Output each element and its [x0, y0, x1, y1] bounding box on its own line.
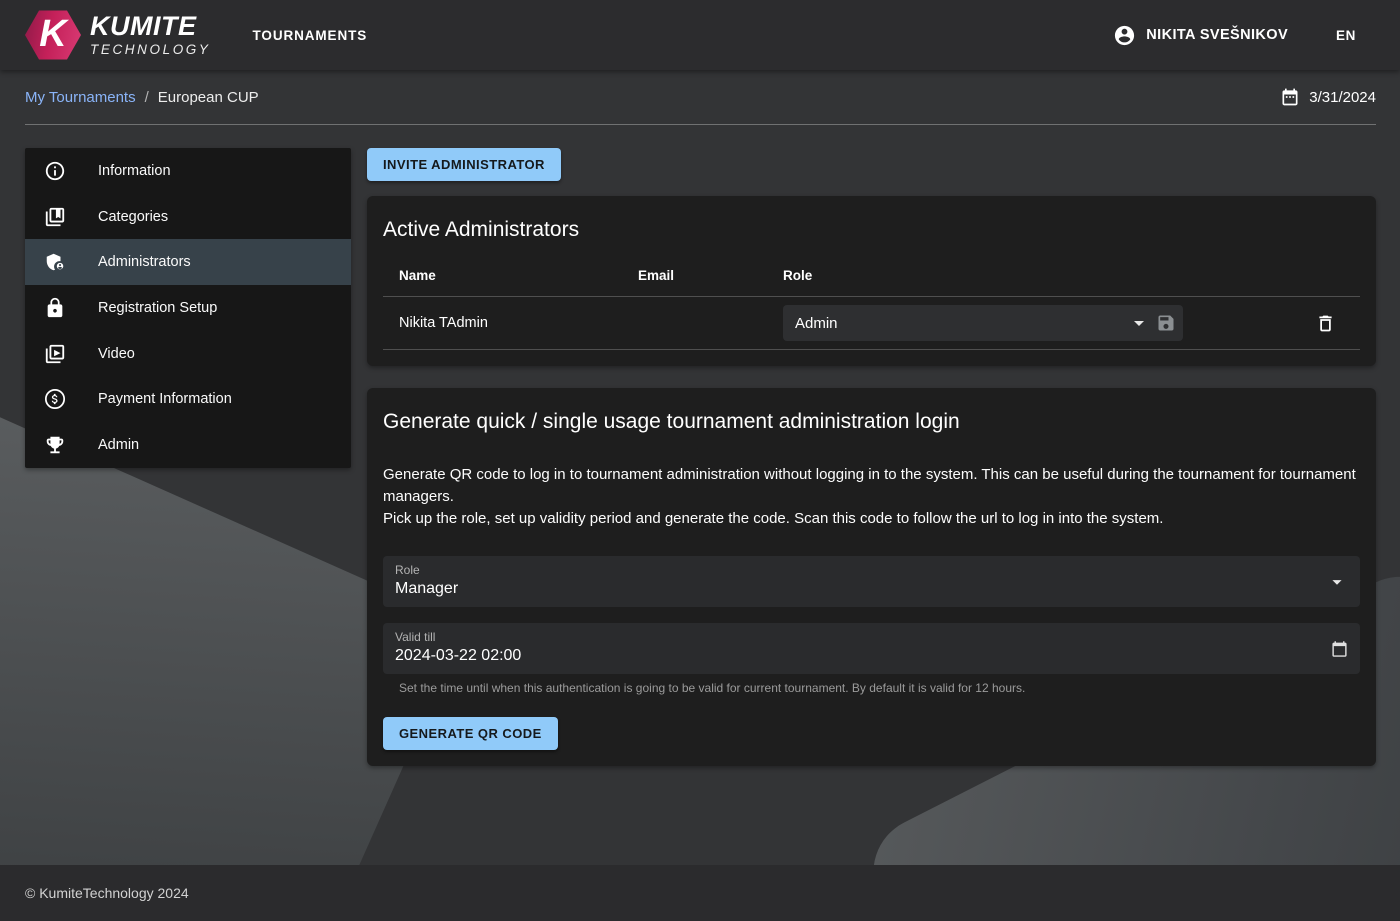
generate-login-title: Generate quick / single usage tournament…: [383, 410, 1360, 434]
save-icon: [1156, 313, 1176, 333]
sidebar-item-administrators[interactable]: Administrators: [25, 239, 351, 285]
nav-tournaments[interactable]: TOURNAMENTS: [253, 28, 368, 43]
role-field-label: Role: [395, 563, 1316, 577]
sidebar-item-label: Registration Setup: [98, 300, 217, 316]
sidebar-item-label: Information: [98, 163, 171, 179]
valid-till-field-value: 2024-03-22 02:00: [395, 647, 1316, 665]
datepicker-calendar-icon[interactable]: [1331, 640, 1348, 657]
logo-hexagon-icon: K: [25, 9, 81, 61]
sidebar-item-video[interactable]: Video: [25, 331, 351, 377]
column-header-role: Role: [783, 268, 1290, 283]
calendar-icon: [1280, 87, 1300, 107]
language-switcher[interactable]: EN: [1336, 28, 1356, 43]
info-icon: [43, 159, 67, 183]
logo-title: KUMITE: [90, 13, 211, 40]
active-administrators-title: Active Administrators: [383, 218, 1360, 242]
main-panel: INVITE ADMINISTRATOR Active Administrato…: [367, 148, 1376, 766]
admin-role-value: Admin: [795, 315, 1127, 332]
sidebar-item-admin[interactable]: Admin: [25, 422, 351, 468]
user-menu[interactable]: NIKITA SVEŠNIKOV: [1113, 24, 1288, 47]
valid-till-field[interactable]: Valid till 2024-03-22 02:00: [383, 623, 1360, 674]
table-header-row: Name Email Role: [383, 268, 1360, 297]
invite-administrator-button[interactable]: INVITE ADMINISTRATOR: [367, 148, 561, 181]
valid-till-field-label: Valid till: [395, 630, 1316, 644]
copyright-text: © KumiteTechnology 2024: [25, 885, 189, 901]
kumite-logo[interactable]: K KUMITE TECHNOLOGY: [25, 9, 211, 61]
chevron-down-icon: [1127, 311, 1151, 335]
sidebar-item-label: Admin: [98, 437, 139, 453]
role-field-value: Manager: [395, 580, 1316, 598]
sidebar-item-categories[interactable]: Categories: [25, 194, 351, 240]
administrators-table: Name Email Role Nikita TAdmin Admin: [383, 268, 1360, 350]
sidebar-item-label: Categories: [98, 209, 168, 225]
save-role-button[interactable]: [1151, 308, 1181, 338]
categories-icon: [43, 205, 67, 229]
sidebar-item-label: Video: [98, 346, 135, 362]
generate-qr-code-button[interactable]: GENERATE QR CODE: [383, 717, 558, 750]
delete-administrator-button[interactable]: [1310, 308, 1341, 339]
sidebar-item-label: Administrators: [98, 254, 191, 270]
breadcrumb-bar: My Tournaments / European CUP 3/31/2024: [25, 70, 1376, 125]
breadcrumb-separator: /: [145, 89, 149, 106]
column-header-name: Name: [383, 268, 638, 283]
sidebar-item-registration-setup[interactable]: Registration Setup: [25, 285, 351, 331]
table-row: Nikita TAdmin Admin: [383, 297, 1360, 350]
lock-icon: [43, 296, 67, 320]
user-name: NIKITA SVEŠNIKOV: [1146, 27, 1288, 43]
content-area: Information Categories Administrators Re…: [0, 125, 1400, 865]
trophy-icon: [43, 433, 67, 457]
admin-shield-icon: [43, 250, 67, 274]
sidebar-item-information[interactable]: Information: [25, 148, 351, 194]
sidebar-item-label: Payment Information: [98, 391, 232, 407]
trash-icon: [1315, 313, 1336, 334]
column-header-email: Email: [638, 268, 783, 283]
logo-letter: K: [39, 15, 66, 53]
chevron-down-icon: [1326, 571, 1348, 593]
active-administrators-card: Active Administrators Name Email Role Ni…: [367, 196, 1376, 366]
breadcrumb-my-tournaments[interactable]: My Tournaments: [25, 89, 136, 106]
logo-subtitle: TECHNOLOGY: [90, 43, 211, 57]
top-navbar: K KUMITE TECHNOLOGY TOURNAMENTS NIKITA S…: [0, 0, 1400, 70]
account-icon: [1113, 24, 1136, 47]
admin-name-cell: Nikita TAdmin: [383, 315, 638, 331]
valid-till-helper-text: Set the time until when this authenticat…: [399, 681, 1360, 695]
sidebar-item-payment-information[interactable]: Payment Information: [25, 376, 351, 422]
footer: © KumiteTechnology 2024: [0, 865, 1400, 921]
breadcrumb: My Tournaments / European CUP: [25, 89, 259, 106]
role-field[interactable]: Role Manager: [383, 556, 1360, 607]
date-value: 3/31/2024: [1309, 89, 1376, 106]
tournament-date: 3/31/2024: [1280, 87, 1376, 107]
admin-role-select[interactable]: Admin: [783, 305, 1183, 341]
video-library-icon: [43, 342, 67, 366]
sidebar: Information Categories Administrators Re…: [25, 148, 351, 468]
generate-login-card: Generate quick / single usage tournament…: [367, 388, 1376, 766]
generate-description-2: Pick up the role, set up validity period…: [383, 508, 1360, 530]
payment-icon: [43, 387, 67, 411]
breadcrumb-current: European CUP: [158, 89, 259, 106]
generate-description-1: Generate QR code to log in to tournament…: [383, 464, 1360, 508]
